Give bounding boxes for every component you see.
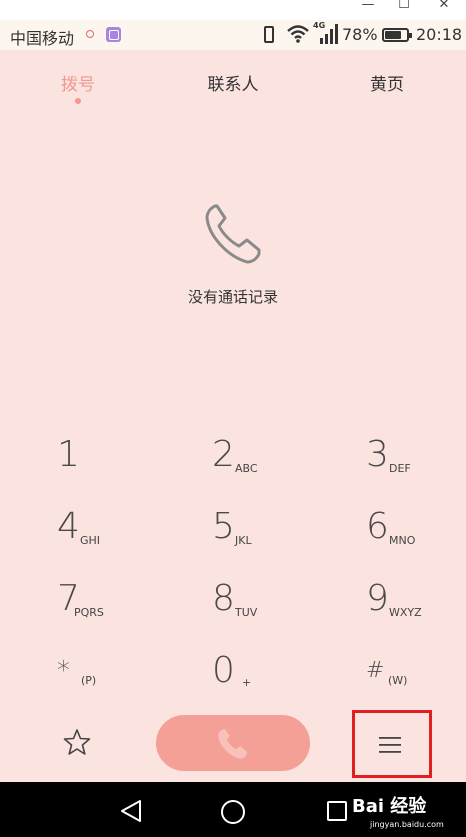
key-8[interactable]: 8 TUV	[212, 578, 322, 638]
status-bar: 中国移动 4G 78% 20:18	[0, 20, 466, 50]
action-row	[0, 710, 466, 780]
key-digit: 4	[57, 506, 80, 547]
phone-icon	[218, 729, 247, 759]
tab-label: 黄页	[370, 75, 404, 95]
key-3[interactable]: 3 DEF	[366, 434, 466, 494]
battery-percent: 78%	[342, 25, 378, 44]
key-digit: *	[57, 656, 70, 686]
star-icon[interactable]	[63, 728, 91, 756]
key-letters: ABC	[235, 462, 258, 475]
key-9[interactable]: 9 WXYZ	[366, 578, 466, 638]
active-tab-indicator	[75, 98, 81, 104]
tab-label: 联系人	[207, 75, 259, 95]
empty-state-text: 没有通话记录	[187, 288, 278, 306]
close-icon[interactable]: ✕	[432, 0, 456, 14]
signal-icon	[320, 24, 338, 44]
tab-yellow-pages[interactable]: 黄页	[337, 70, 437, 95]
key-letters: WXYZ	[389, 606, 422, 619]
clock: 20:18	[416, 25, 463, 44]
key-5[interactable]: 5 JKL	[212, 506, 322, 566]
key-letters: (P)	[81, 674, 97, 687]
key-letters: DEF	[389, 462, 411, 475]
key-digit: #	[366, 658, 385, 683]
notification-icon	[86, 30, 94, 38]
maximize-icon[interactable]: ☐	[392, 0, 416, 14]
watermark-url: jingyan.baidu.com	[370, 820, 444, 829]
phone-icon	[205, 204, 261, 264]
menu-icon	[379, 737, 401, 753]
navigation-bar: Bai 经验 jingyan.baidu.com	[0, 782, 466, 837]
battery-icon	[382, 28, 412, 42]
key-digit: 2	[212, 434, 235, 475]
key-0[interactable]: 0 +	[212, 650, 322, 710]
key-4[interactable]: 4 GHI	[57, 506, 167, 566]
key-1[interactable]: 1	[57, 434, 167, 494]
key-7[interactable]: 7 PQRS	[57, 578, 167, 638]
key-digit: 0	[212, 650, 235, 691]
watermark-logo: Bai 经验	[352, 796, 427, 817]
home-circle-icon[interactable]	[220, 799, 246, 825]
tab-dial[interactable]: 拨号	[28, 70, 128, 104]
key-6[interactable]: 6 MNO	[366, 506, 466, 566]
key-letters: GHI	[80, 534, 101, 547]
minimize-icon[interactable]: —	[356, 0, 380, 14]
tab-label: 拨号	[61, 75, 95, 95]
back-triangle-icon[interactable]	[120, 799, 142, 823]
gallery-notification-icon	[106, 27, 121, 42]
tab-contacts[interactable]: 联系人	[183, 70, 283, 95]
key-digit: 1	[57, 434, 80, 475]
key-star[interactable]: * (P)	[57, 650, 167, 710]
key-digit: 8	[212, 578, 235, 619]
key-letters: (W)	[388, 674, 408, 687]
tab-bar: 拨号 联系人 黄页	[0, 62, 466, 110]
key-letters: PQRS	[74, 606, 104, 619]
window-chrome: — ☐ ✕	[0, 0, 466, 20]
key-letters: +	[242, 676, 252, 689]
key-digit: 6	[366, 506, 389, 547]
key-letters: JKL	[235, 534, 252, 547]
vibrate-icon	[264, 26, 274, 43]
key-hash[interactable]: # (W)	[366, 650, 466, 710]
key-digit: 9	[366, 578, 389, 619]
key-letters: TUV	[235, 606, 258, 619]
battery-fill	[385, 31, 401, 39]
recent-square-icon[interactable]	[326, 800, 348, 822]
key-2[interactable]: 2 ABC	[212, 434, 322, 494]
menu-button[interactable]	[352, 710, 432, 778]
key-digit: 5	[212, 506, 235, 547]
key-digit: 3	[366, 434, 389, 475]
wifi-icon	[287, 25, 309, 43]
key-letters: MNO	[389, 534, 416, 547]
call-button[interactable]	[156, 715, 310, 771]
empty-call-log: 没有通话记录	[0, 200, 466, 307]
carrier-name: 中国移动	[10, 29, 75, 48]
